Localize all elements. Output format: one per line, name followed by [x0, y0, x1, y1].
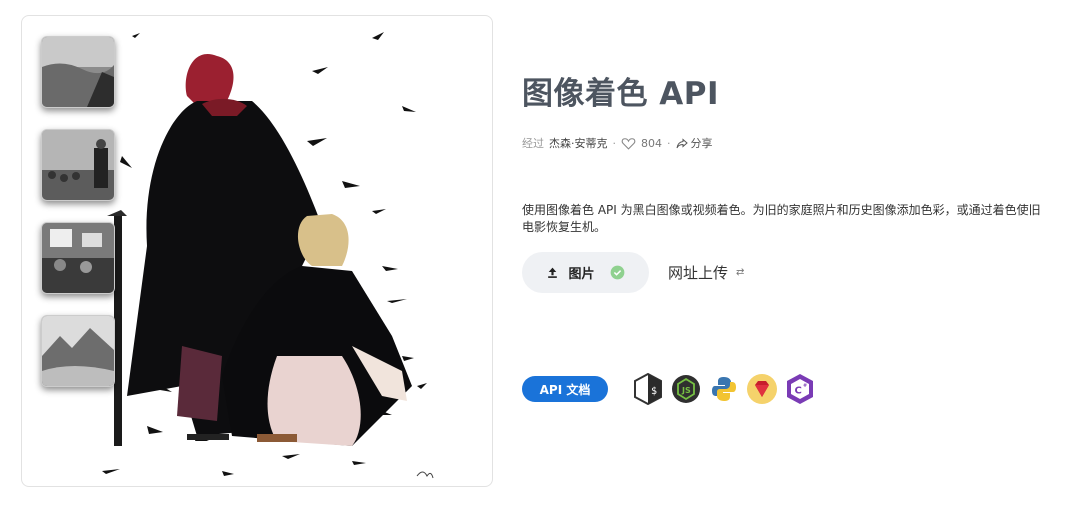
- like-button[interactable]: 804: [621, 137, 662, 150]
- meta-separator-2: ·: [667, 136, 671, 150]
- ruby-icon[interactable]: [746, 373, 778, 405]
- preview-image-card: [21, 15, 493, 487]
- meta-by: 经过: [522, 137, 544, 150]
- language-icons: $ JS C #: [632, 373, 816, 405]
- python-icon[interactable]: [708, 373, 740, 405]
- thumbnail-landscape[interactable]: [41, 36, 115, 108]
- svg-text:#: #: [803, 383, 807, 389]
- share-label: 分享: [690, 137, 713, 150]
- example-thumbnails: [41, 36, 115, 408]
- description: 使用图像着色 API 为黑白图像或视频着色。为旧的家庭照片和历史图像添加色彩，或…: [522, 203, 1041, 234]
- shell-icon[interactable]: $: [632, 373, 664, 405]
- csharp-icon[interactable]: C #: [784, 373, 816, 405]
- meta-separator: ·: [612, 136, 617, 150]
- svg-text:JS: JS: [681, 386, 691, 395]
- heart-icon: [621, 137, 636, 150]
- upload-image-button[interactable]: 图片: [522, 252, 649, 293]
- svg-text:C: C: [795, 386, 802, 397]
- svg-text:$: $: [651, 386, 657, 397]
- share-icon: [676, 137, 688, 148]
- api-docs-button[interactable]: API 文档: [522, 376, 608, 402]
- swap-icon: ⇄: [736, 267, 745, 278]
- thumbnail-mountain-mist[interactable]: [41, 315, 115, 387]
- url-upload-label: 网址上传: [668, 264, 729, 282]
- thumbnail-crowd-speech[interactable]: [41, 129, 115, 201]
- share-button[interactable]: 分享: [676, 135, 713, 151]
- meta-row: 经过 杰森·安蒂克 · 804 · 分享: [522, 135, 713, 151]
- upload-icon: [548, 267, 558, 278]
- nodejs-icon[interactable]: JS: [670, 373, 702, 405]
- url-upload-button[interactable]: 网址上传 ⇄: [668, 262, 744, 283]
- author-link[interactable]: 杰森·安蒂克: [549, 135, 608, 151]
- page-title: 图像着色 API: [522, 76, 720, 112]
- upload-image-label: 图片: [568, 267, 595, 282]
- thumbnail-protest-signs[interactable]: [41, 222, 115, 294]
- check-circle-icon: [610, 265, 624, 280]
- like-count: 804: [641, 136, 662, 150]
